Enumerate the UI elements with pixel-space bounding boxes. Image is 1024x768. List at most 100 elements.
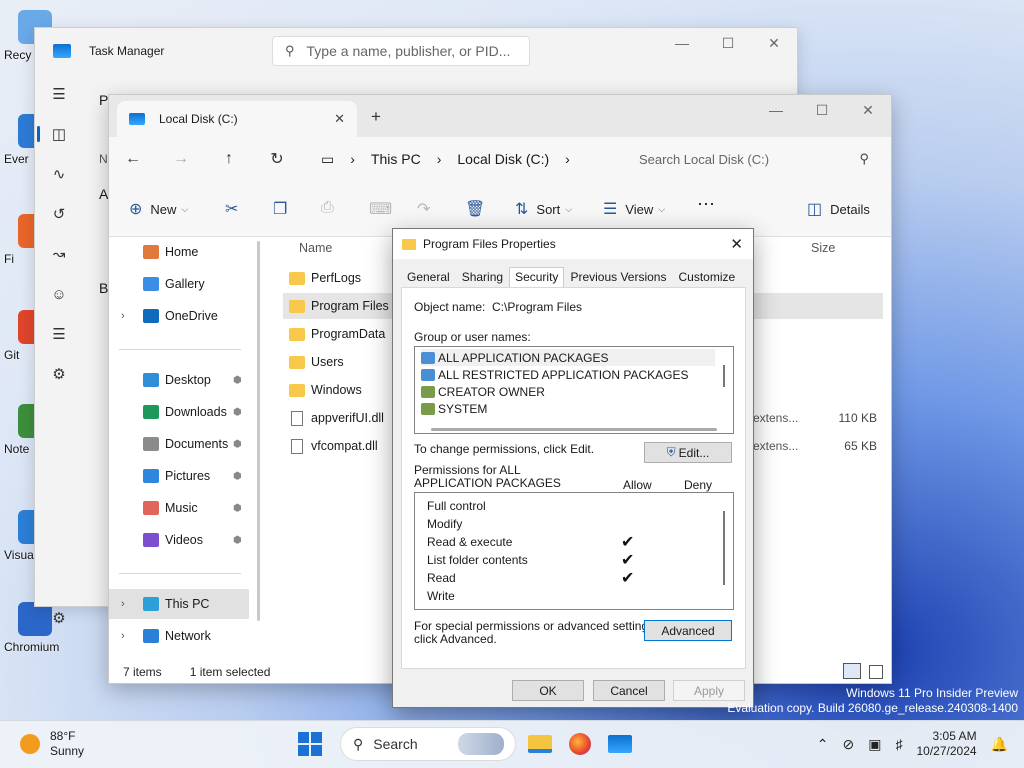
- file-size: 65 KB: [844, 439, 877, 453]
- services-icon[interactable]: ⚙: [35, 354, 83, 394]
- close-icon[interactable]: ✕: [730, 235, 743, 253]
- group-list-item[interactable]: ALL RESTRICTED APPLICATION PACKAGES: [421, 366, 689, 383]
- sidebar-item-videos[interactable]: Videos ⬢: [109, 525, 249, 555]
- tab-previous-versions[interactable]: Previous Versions: [564, 267, 672, 287]
- explorer-tab[interactable]: Local Disk (C:) ✕: [117, 101, 357, 137]
- explorer-search-input[interactable]: Search Local Disk (C:) ⚲: [625, 145, 883, 173]
- details-view-toggle[interactable]: [843, 663, 861, 679]
- chevron-right-icon[interactable]: ›: [121, 630, 125, 642]
- maximize-button[interactable]: ☐: [799, 95, 845, 125]
- edit-button[interactable]: ⛨ Edit...: [644, 442, 732, 463]
- clock[interactable]: 3:05 AM 10/27/2024: [917, 729, 977, 759]
- chevron-right-icon[interactable]: ›: [121, 598, 125, 610]
- forward-button[interactable]: →: [157, 150, 205, 168]
- ok-button[interactable]: OK: [512, 680, 584, 701]
- sidebar-item-downloads[interactable]: Downloads ⬢: [109, 397, 249, 427]
- delete-button[interactable]: 🗑: [465, 199, 493, 219]
- tab-general[interactable]: General: [401, 267, 456, 287]
- app-history-icon[interactable]: ↺: [35, 194, 83, 234]
- permissions-scrollbar[interactable]: [723, 511, 725, 585]
- copy-button[interactable]: ❐: [273, 199, 295, 219]
- group-list-scrollbar[interactable]: [723, 365, 725, 387]
- settings-icon[interactable]: ⚙: [35, 598, 83, 638]
- sidebar-item-onedrive[interactable]: › OneDrive: [109, 301, 249, 331]
- details-icon[interactable]: ☰: [35, 314, 83, 354]
- paste-button[interactable]: ⎙: [321, 199, 342, 217]
- chevron-down-icon: ⌵: [565, 203, 573, 214]
- more-options-button[interactable]: ⋯: [697, 194, 715, 215]
- chevron-right-icon[interactable]: ›: [121, 310, 125, 322]
- group-list-item[interactable]: SYSTEM: [421, 400, 487, 417]
- breadcrumb-local-disk[interactable]: Local Disk (C:): [457, 151, 549, 167]
- bell-icon[interactable]: 🔔: [991, 736, 1008, 753]
- file-name: PerfLogs: [311, 271, 362, 285]
- hamburger-menu-icon[interactable]: ☰: [35, 74, 83, 114]
- performance-icon[interactable]: ∿: [35, 154, 83, 194]
- properties-dialog[interactable]: Program Files Properties ✕ General Sharin…: [392, 228, 754, 708]
- task-manager-taskbar-icon[interactable]: [604, 728, 636, 760]
- display-icon[interactable]: ▣: [868, 736, 881, 753]
- network-off-icon[interactable]: ⊘: [843, 736, 855, 753]
- breadcrumb-this-pc[interactable]: This PC: [371, 151, 421, 167]
- cut-button[interactable]: ✂: [225, 199, 246, 219]
- sidebar-item-desktop[interactable]: Desktop ⬢: [109, 365, 249, 395]
- group-list-item[interactable]: ALL APPLICATION PACKAGES: [421, 349, 715, 366]
- up-button[interactable]: ↑: [205, 150, 253, 168]
- close-button[interactable]: ✕: [751, 28, 797, 58]
- column-header-size[interactable]: Size: [811, 241, 835, 255]
- volume-off-icon[interactable]: ♯: [896, 736, 903, 752]
- tiles-view-toggle[interactable]: [869, 665, 883, 679]
- sidebar-item-network[interactable]: › Network: [109, 621, 249, 651]
- group-list-item[interactable]: CREATOR OWNER: [421, 383, 545, 400]
- task-manager-titlebar[interactable]: Task Manager ⚲ Type a name, publisher, o…: [35, 28, 797, 74]
- new-tab-button[interactable]: +: [371, 107, 381, 127]
- start-button[interactable]: [298, 732, 322, 756]
- tab-security[interactable]: Security: [509, 267, 565, 287]
- sidebar-item-home[interactable]: Home: [109, 237, 249, 267]
- sidebar-divider: [119, 349, 241, 350]
- maximize-button[interactable]: ☐: [705, 28, 751, 58]
- group-names-list[interactable]: ALL APPLICATION PACKAGES ALL RESTRICTED A…: [414, 346, 734, 434]
- tab-sharing[interactable]: Sharing: [456, 267, 509, 287]
- sidebar-item-pictures[interactable]: Pictures ⬢: [109, 461, 249, 491]
- sidebar-item-gallery[interactable]: Gallery: [109, 269, 249, 299]
- tab-customize[interactable]: Customize: [672, 267, 741, 287]
- minimize-button[interactable]: —: [659, 28, 705, 58]
- properties-titlebar[interactable]: Program Files Properties ✕: [393, 229, 753, 259]
- view-button[interactable]: ☰ View ⌵: [603, 199, 665, 219]
- special-permissions-line2: click Advanced.: [414, 632, 497, 646]
- startup-apps-icon[interactable]: ↝: [35, 234, 83, 274]
- chevron-up-icon[interactable]: ⌃: [817, 736, 829, 753]
- minimize-button[interactable]: —: [753, 95, 799, 125]
- users-icon[interactable]: ☺: [35, 274, 83, 314]
- task-manager-search-input[interactable]: ⚲ Type a name, publisher, or PID...: [272, 36, 530, 66]
- rename-button[interactable]: ⌨: [369, 199, 400, 219]
- group-name: ALL APPLICATION PACKAGES: [438, 350, 609, 365]
- refresh-button[interactable]: ↻: [253, 149, 301, 169]
- group-list-hscrollbar[interactable]: [431, 428, 717, 431]
- back-button[interactable]: ←: [109, 150, 157, 168]
- details-pane-button[interactable]: ◫ Details: [807, 199, 870, 219]
- firefox-taskbar-icon[interactable]: [564, 728, 596, 760]
- sort-button[interactable]: ⇅ Sort ⌵: [515, 199, 572, 219]
- permissions-list[interactable]: Full control Modify Read & execute ✔ List fo…: [414, 492, 734, 610]
- cancel-button[interactable]: Cancel: [593, 680, 665, 701]
- sidebar-item-documents[interactable]: Documents ⬢: [109, 429, 249, 459]
- nav-pane-scrollbar[interactable]: [257, 241, 260, 621]
- taskbar-search[interactable]: ⚲ Search: [340, 727, 516, 761]
- column-header-name[interactable]: Name: [299, 241, 332, 255]
- status-bar: 7 items 1 item selected: [123, 665, 270, 679]
- tab-close-icon[interactable]: ✕: [334, 111, 345, 127]
- breadcrumb[interactable]: ▭ › This PC › Local Disk (C:) ›: [321, 145, 627, 173]
- advanced-button[interactable]: Advanced: [644, 620, 732, 641]
- scissors-icon: ✂: [225, 201, 239, 218]
- file-explorer-taskbar-icon[interactable]: [524, 728, 556, 760]
- weather-widget[interactable]: 88°F Sunny: [20, 729, 84, 759]
- processes-icon[interactable]: ◫: [35, 114, 83, 154]
- close-button[interactable]: ✕: [845, 95, 891, 125]
- sidebar-item-this-pc[interactable]: › This PC: [109, 589, 249, 619]
- desktop-icon-label: Fi: [4, 252, 14, 266]
- sidebar-item-music[interactable]: Music ⬢: [109, 493, 249, 523]
- new-button[interactable]: ⊕ New ⌵: [129, 199, 188, 219]
- share-button[interactable]: ↷: [417, 199, 438, 219]
